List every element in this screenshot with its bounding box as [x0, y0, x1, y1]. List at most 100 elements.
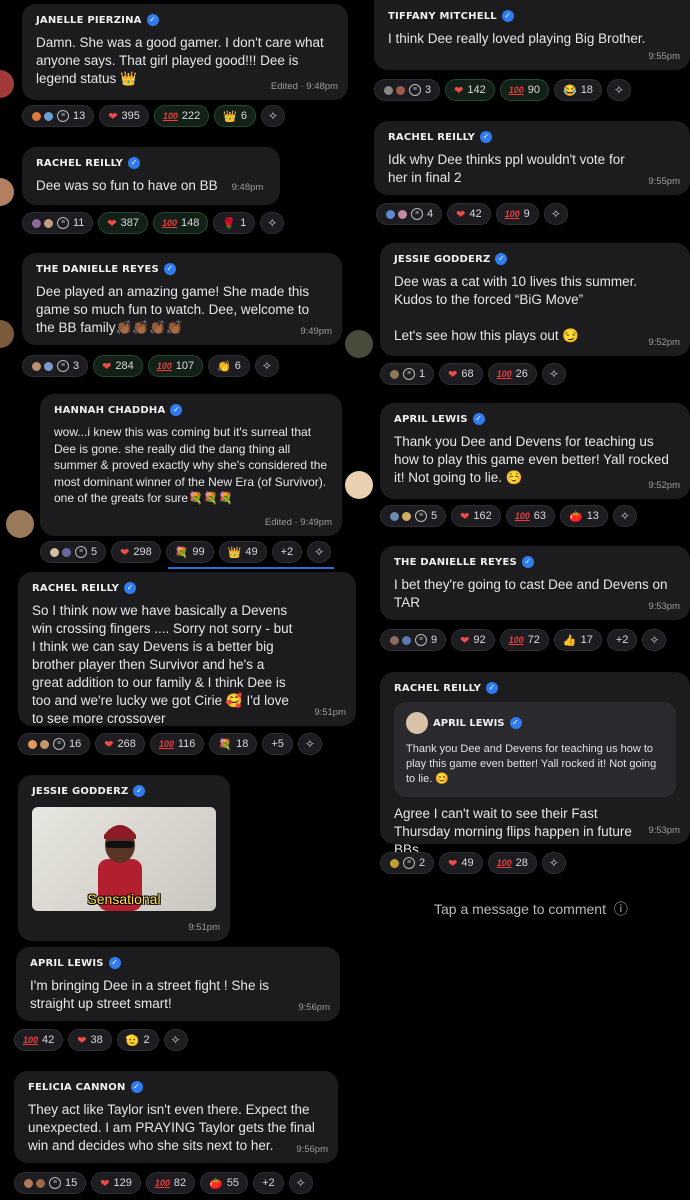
thread-replies[interactable]: ≡ 3	[374, 79, 441, 101]
author-name[interactable]: RACHEL REILLY ✓	[32, 582, 342, 594]
add-reaction-button[interactable]: ✧	[307, 541, 332, 563]
side-avatar[interactable]	[0, 320, 14, 348]
heart-reaction[interactable]: ❤ 129	[91, 1172, 141, 1194]
add-reaction-button[interactable]: ✧	[261, 105, 286, 127]
tomato-reaction[interactable]: 🍅 55	[200, 1172, 249, 1194]
hundred-reaction[interactable]: 100 63	[505, 505, 555, 527]
comment-jessie-gif[interactable]: JESSIE GODDERZ ✓ Sensational 9:51pm	[18, 775, 230, 941]
quoted-author[interactable]: APRIL LEWIS ✓	[406, 712, 664, 734]
comment-hannah[interactable]: HANNAH CHADDHA ✓ wow...i knew this was co…	[40, 394, 342, 536]
heart-reaction[interactable]: ❤ 49	[439, 852, 483, 874]
hundred-reaction[interactable]: 100 82	[145, 1172, 196, 1194]
author-name[interactable]: APRIL LEWIS ✓	[394, 413, 676, 425]
crown-reaction[interactable]: 👑 49	[218, 541, 267, 563]
hundred-reaction[interactable]: 100 107	[147, 355, 204, 377]
author-name[interactable]: JANELLE PIERZINA ✓	[36, 14, 334, 26]
more-reactions[interactable]: +2	[253, 1172, 284, 1194]
heart-reaction[interactable]: ❤ 142	[445, 79, 495, 101]
side-avatar[interactable]	[345, 471, 373, 499]
add-reaction-button[interactable]: ✧	[642, 629, 667, 651]
add-reaction-button[interactable]: ✧	[606, 79, 631, 101]
author-name[interactable]: RACHEL REILLY ✓	[388, 131, 676, 143]
hundred-reaction[interactable]: 100 222	[153, 105, 210, 127]
crown-reaction[interactable]: 👑 6	[214, 105, 257, 127]
heart-reaction[interactable]: ❤ 162	[451, 505, 501, 527]
add-reaction-button[interactable]: ✧	[541, 363, 566, 385]
hundred-reaction[interactable]: 100 42	[14, 1029, 64, 1051]
comment-composer[interactable]: Tap a message to comment ⓘ	[434, 899, 628, 919]
info-icon[interactable]: ⓘ	[614, 901, 628, 917]
comment-rachel-3[interactable]: RACHEL REILLY ✓ Idk why Dee thinks ppl wo…	[374, 121, 690, 195]
add-reaction-button[interactable]: ✧	[541, 852, 566, 874]
thread-replies[interactable]: ≡ 16	[18, 733, 91, 755]
add-reaction-button[interactable]: ✧	[254, 355, 279, 377]
thread-replies[interactable]: ≡ 5	[40, 541, 107, 563]
author-name[interactable]: APRIL LEWIS ✓	[30, 957, 326, 969]
thread-replies[interactable]: ≡ 15	[14, 1172, 87, 1194]
heart-reaction[interactable]: ❤ 268	[95, 733, 145, 755]
comment-rachel-1[interactable]: RACHEL REILLY ✓ Dee was so fun to have on…	[22, 147, 280, 205]
hundred-reaction[interactable]: 100 148	[153, 212, 209, 234]
heart-reaction[interactable]: ❤ 298	[111, 541, 161, 563]
add-reaction-button[interactable]: ✧	[163, 1029, 188, 1051]
comment-janelle[interactable]: JANELLE PIERZINA ✓ Damn. She was a good g…	[22, 4, 348, 100]
hundred-reaction[interactable]: 100 26	[487, 363, 537, 385]
comment-rachel-2[interactable]: RACHEL REILLY ✓ So I think now we have ba…	[18, 572, 356, 726]
more-reactions[interactable]: +5	[262, 733, 293, 755]
heart-reaction[interactable]: ❤ 68	[439, 363, 483, 385]
author-name[interactable]: HANNAH CHADDHA ✓	[54, 404, 328, 416]
heart-reaction[interactable]: ❤ 38	[68, 1029, 112, 1051]
quoted-comment[interactable]: APRIL LEWIS ✓ Thank you Dee and Devens fo…	[394, 702, 676, 797]
clap-reaction[interactable]: 👏 6	[208, 355, 250, 377]
tomato-reaction[interactable]: 🍅 13	[559, 505, 608, 527]
hundred-reaction[interactable]: 100 90	[499, 79, 549, 101]
add-reaction-button[interactable]: ✧	[543, 203, 568, 225]
side-avatar[interactable]	[0, 178, 14, 206]
heart-reaction[interactable]: ❤ 284	[93, 355, 143, 377]
rose-reaction[interactable]: 🌹 1	[213, 212, 256, 234]
more-reactions[interactable]: +2	[271, 541, 303, 563]
bouquet-reaction[interactable]: 💐 99	[165, 541, 214, 563]
heart-reaction[interactable]: ❤ 42	[447, 203, 491, 225]
comment-danielle-2[interactable]: THE DANIELLE REYES ✓ I bet they're going …	[380, 546, 690, 620]
author-name[interactable]: RACHEL REILLY ✓	[36, 157, 266, 169]
author-name[interactable]: THE DANIELLE REYES ✓	[36, 263, 328, 275]
comment-rachel-reply[interactable]: RACHEL REILLY ✓ APRIL LEWIS ✓ Thank you De…	[380, 672, 690, 857]
more-reactions[interactable]: +2	[606, 629, 638, 651]
side-avatar[interactable]	[345, 330, 373, 358]
hundred-reaction[interactable]: 100 72	[499, 629, 549, 651]
author-name[interactable]: TIFFANY MITCHELL ✓	[388, 10, 676, 22]
author-name[interactable]: FELICIA CANNON ✓	[28, 1081, 324, 1093]
author-name[interactable]: JESSIE GODDERZ ✓	[32, 785, 216, 797]
add-reaction-button[interactable]: ✧	[288, 1172, 313, 1194]
add-reaction-button[interactable]: ✧	[260, 212, 285, 234]
thread-replies[interactable]: ≡ 2	[380, 852, 435, 874]
author-name[interactable]: THE DANIELLE REYES ✓	[394, 556, 676, 568]
thread-replies[interactable]: ≡ 11	[22, 212, 94, 234]
comment-tiffany[interactable]: TIFFANY MITCHELL ✓ I think Dee really lov…	[374, 0, 690, 70]
hundred-reaction[interactable]: 100 9	[495, 203, 539, 225]
thread-replies[interactable]: ≡ 4	[376, 203, 443, 225]
heart-reaction[interactable]: ❤ 395	[99, 105, 149, 127]
thread-replies[interactable]: ≡ 5	[380, 505, 447, 527]
thread-replies[interactable]: ≡ 3	[22, 355, 89, 377]
heart-reaction[interactable]: ❤ 92	[451, 629, 495, 651]
comment-april-1[interactable]: APRIL LEWIS ✓ I'm bringing Dee in a stree…	[16, 947, 340, 1021]
thumbs-up-reaction[interactable]: 👍 17	[553, 629, 602, 651]
laugh-reaction[interactable]: 😂 18	[553, 79, 602, 101]
side-avatar[interactable]	[0, 70, 14, 98]
hundred-reaction[interactable]: 100 116	[149, 733, 205, 755]
author-name[interactable]: RACHEL REILLY ✓	[394, 682, 676, 694]
side-avatar[interactable]	[6, 510, 34, 538]
add-reaction-button[interactable]: ✧	[612, 505, 637, 527]
comment-jessie-2[interactable]: JESSIE GODDERZ ✓ Dee was a cat with 10 li…	[380, 243, 690, 356]
sensational-gif[interactable]: Sensational	[32, 807, 216, 911]
comment-april-2[interactable]: APRIL LEWIS ✓ Thank you Dee and Devens fo…	[380, 403, 690, 499]
heart-reaction[interactable]: ❤ 387	[98, 212, 148, 234]
author-name[interactable]: JESSIE GODDERZ ✓	[394, 253, 676, 265]
bouquet-reaction[interactable]: 💐 18	[209, 733, 258, 755]
face-reaction[interactable]: 🫡 2	[116, 1029, 159, 1051]
thread-replies[interactable]: ≡ 9	[380, 629, 447, 651]
add-reaction-button[interactable]: ✧	[297, 733, 322, 755]
thread-replies[interactable]: ≡ 1	[380, 363, 435, 385]
